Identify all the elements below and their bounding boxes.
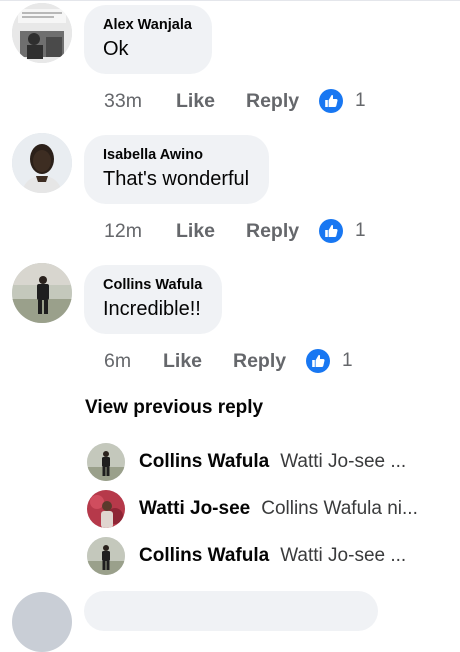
reply-snippet: Collins Wafula ni...	[261, 498, 418, 519]
reply-button[interactable]: Reply	[246, 90, 319, 113]
like-button[interactable]: Like	[163, 350, 233, 373]
view-previous-reply-link[interactable]: View previous reply	[85, 396, 263, 420]
comment-text: Incredible!!	[103, 298, 201, 320]
reply-button[interactable]: Reply	[246, 220, 319, 243]
user-photo-icon	[12, 133, 72, 193]
user-photo-icon	[12, 3, 72, 63]
like-button[interactable]: Like	[176, 220, 246, 243]
comment-timestamp[interactable]: 12m	[104, 220, 176, 243]
reaction-count[interactable]: 1	[355, 90, 366, 112]
reply-preview[interactable]: Watti Jo-see Collins Wafula ni...	[87, 489, 447, 529]
avatar[interactable]	[12, 3, 72, 63]
comment-actions: 33m Like Reply 1	[104, 87, 366, 115]
like-button[interactable]: Like	[176, 90, 246, 113]
comment-author[interactable]: Isabella Awino	[103, 146, 249, 164]
comment-bubble[interactable]	[84, 591, 378, 631]
comment-author[interactable]: Collins Wafula	[103, 276, 202, 294]
comment-bubble[interactable]: Isabella Awino That's wonderful	[84, 135, 270, 204]
comment-author[interactable]: Alex Wanjala	[103, 16, 192, 34]
reply-snippet: Watti Jo-see ...	[280, 545, 407, 566]
reply-author[interactable]: Watti Jo-see	[139, 498, 250, 520]
comment-text: Ok	[103, 38, 129, 60]
comment-timestamp[interactable]: 6m	[104, 350, 163, 373]
user-photo-icon	[87, 490, 125, 528]
reaction-count[interactable]: 1	[355, 220, 366, 242]
reply-button[interactable]: Reply	[233, 350, 306, 373]
comment-bubble[interactable]: Alex Wanjala Ok	[84, 5, 212, 74]
reply-preview[interactable]: Collins Wafula Watti Jo-see ...	[87, 536, 447, 576]
comment-bubble[interactable]: Collins Wafula Incredible!!	[84, 265, 223, 334]
reaction-count[interactable]: 1	[342, 350, 353, 372]
like-reaction-icon[interactable]	[319, 89, 343, 113]
avatar[interactable]	[87, 537, 125, 575]
avatar[interactable]	[87, 443, 125, 481]
comment-actions: 6m Like Reply 1	[104, 347, 353, 375]
reply-snippet: Watti Jo-see ...	[280, 451, 407, 472]
user-photo-icon	[87, 537, 125, 575]
user-photo-icon	[87, 443, 125, 481]
user-photo-icon	[12, 263, 72, 323]
comment-actions: 12m Like Reply 1	[104, 217, 366, 245]
comment-text: That's wonderful	[103, 168, 250, 190]
reply-author[interactable]: Collins Wafula	[139, 451, 269, 473]
comment-timestamp[interactable]: 33m	[104, 90, 176, 113]
reply-preview[interactable]: Collins Wafula Watti Jo-see ...	[87, 442, 447, 482]
avatar[interactable]	[12, 263, 72, 323]
like-reaction-icon[interactable]	[306, 349, 330, 373]
reply-author[interactable]: Collins Wafula	[139, 545, 269, 567]
avatar[interactable]	[87, 490, 125, 528]
avatar[interactable]	[12, 592, 72, 652]
like-reaction-icon[interactable]	[319, 219, 343, 243]
avatar[interactable]	[12, 133, 72, 193]
top-divider	[0, 0, 460, 1]
